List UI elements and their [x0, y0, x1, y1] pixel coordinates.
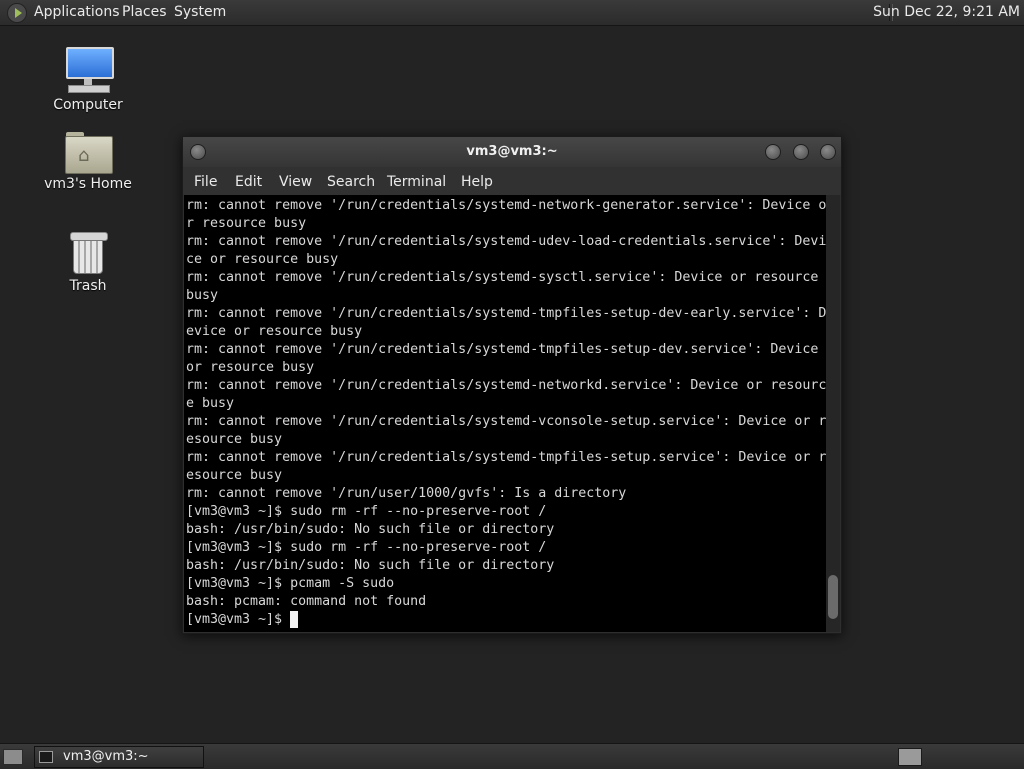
desktop-icon-label: vm3's Home [44, 176, 132, 192]
home-folder-icon: ⌂ [65, 130, 113, 174]
terminal-output[interactable]: rm: cannot remove '/run/credentials/syst… [184, 195, 826, 632]
taskbar-window-label: vm3@vm3:~ [63, 749, 149, 764]
close-button[interactable] [820, 144, 836, 160]
show-desktop-button[interactable] [3, 749, 23, 765]
menu-view[interactable]: View [279, 174, 312, 190]
terminal-text: rm: cannot remove '/run/credentials/syst… [186, 198, 826, 627]
maximize-button[interactable] [793, 144, 809, 160]
desktop-icon-label: Trash [69, 278, 107, 294]
terminal-menubar: File Edit View Search Terminal Help [183, 167, 841, 195]
top-panel: Applications Places System Sun Dec 22, 9… [0, 0, 1024, 26]
text-cursor [290, 611, 298, 628]
terminal-window[interactable]: vm3@vm3:~ File Edit View Search Terminal… [182, 136, 842, 634]
menu-search[interactable]: Search [327, 174, 375, 190]
window-titlebar[interactable]: vm3@vm3:~ [183, 137, 841, 167]
bottom-panel: vm3@vm3:~ [0, 743, 1024, 769]
scrollbar[interactable] [826, 195, 840, 632]
minimize-button[interactable] [765, 144, 781, 160]
menu-help[interactable]: Help [461, 174, 493, 190]
trash-icon [68, 230, 108, 274]
desktop-icon-trash[interactable]: Trash [43, 230, 133, 294]
desktop-icon-home[interactable]: ⌂ vm3's Home [43, 130, 133, 192]
menu-terminal[interactable]: Terminal [387, 174, 446, 190]
window-title: vm3@vm3:~ [466, 144, 558, 159]
computer-icon [64, 45, 114, 93]
terminal-icon [39, 751, 53, 763]
workspace-switcher[interactable] [898, 748, 922, 766]
taskbar-window-button[interactable]: vm3@vm3:~ [34, 746, 204, 768]
desktop-icon-label: Computer [53, 97, 123, 113]
menu-edit[interactable]: Edit [235, 174, 262, 190]
clock[interactable]: Sun Dec 22, 9:21 AM [873, 4, 1020, 20]
system-menu[interactable]: System [174, 4, 226, 20]
distro-logo-icon[interactable] [7, 3, 27, 23]
places-menu[interactable]: Places [122, 4, 167, 20]
scrollbar-thumb[interactable] [828, 575, 838, 619]
applications-menu[interactable]: Applications [34, 4, 120, 20]
desktop-icon-computer[interactable]: Computer [43, 45, 133, 113]
menu-file[interactable]: File [194, 174, 217, 190]
